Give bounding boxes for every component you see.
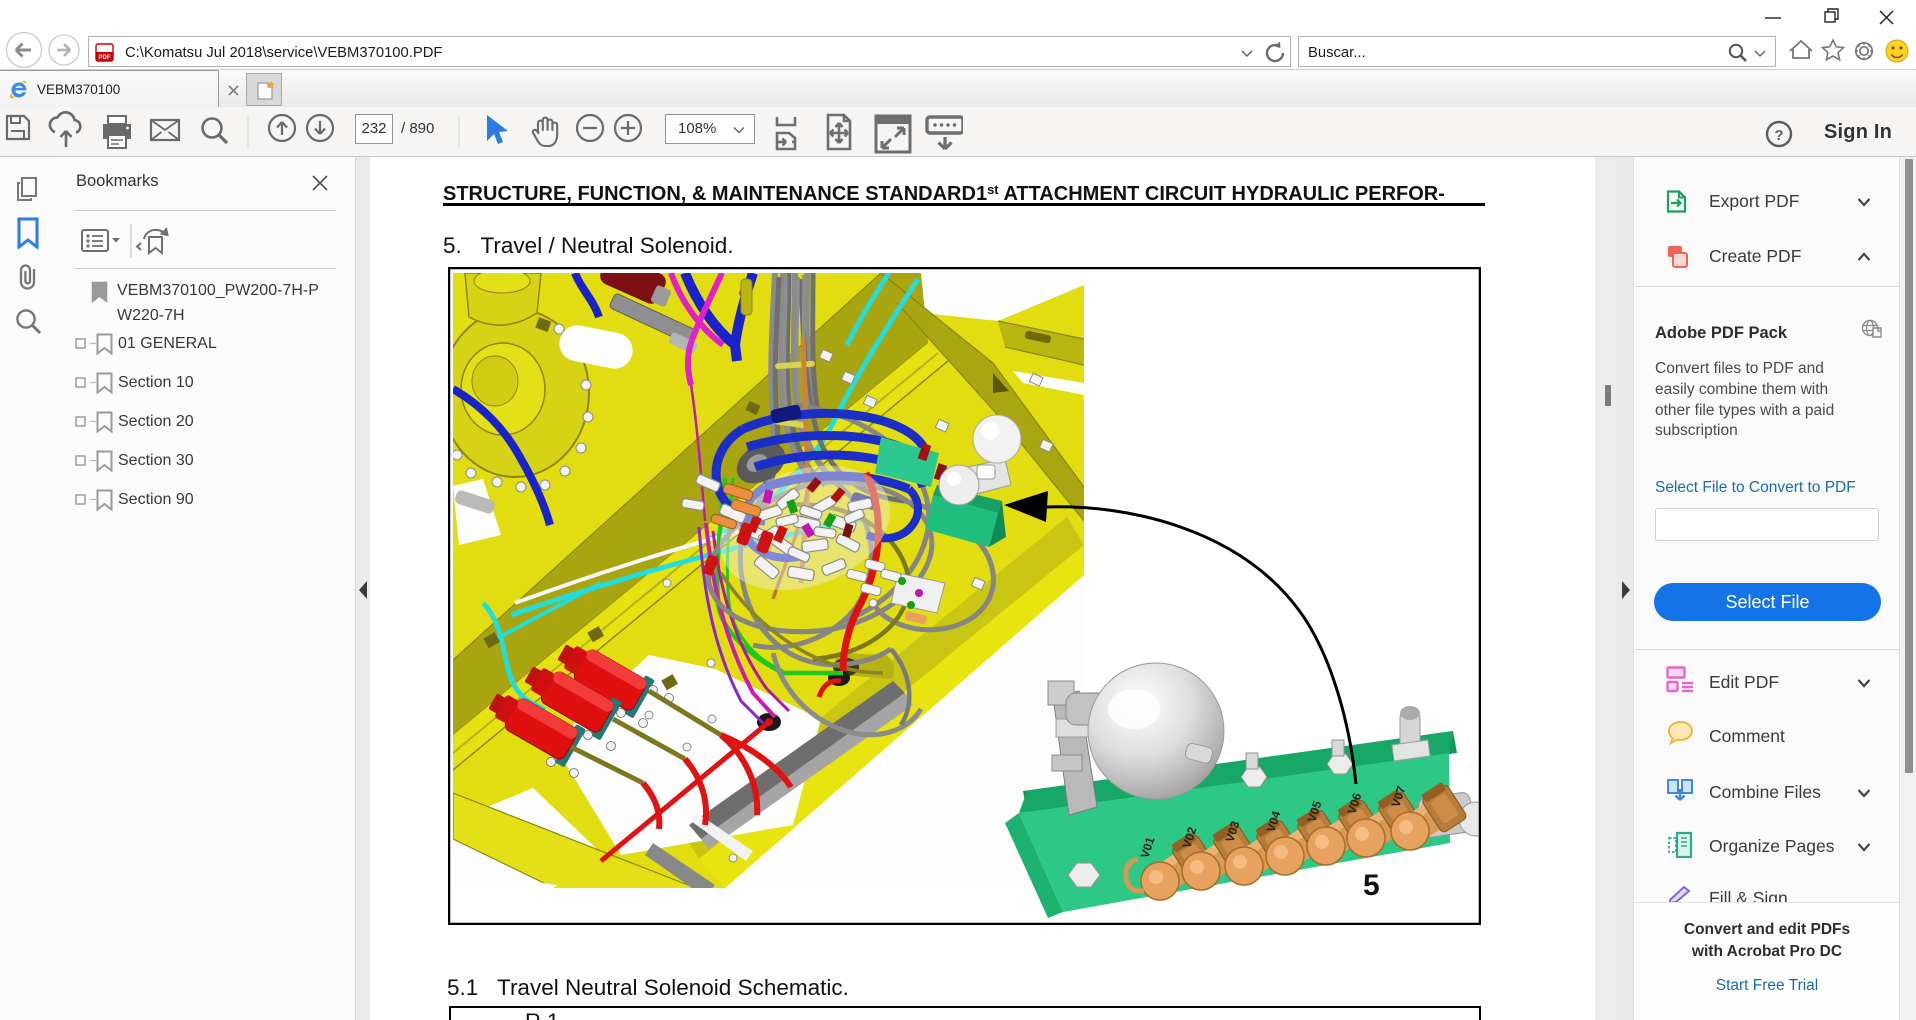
svg-text:5: 5 xyxy=(1363,869,1380,902)
svg-text:PDF: PDF xyxy=(99,55,111,61)
svg-text:?: ? xyxy=(1774,127,1783,144)
